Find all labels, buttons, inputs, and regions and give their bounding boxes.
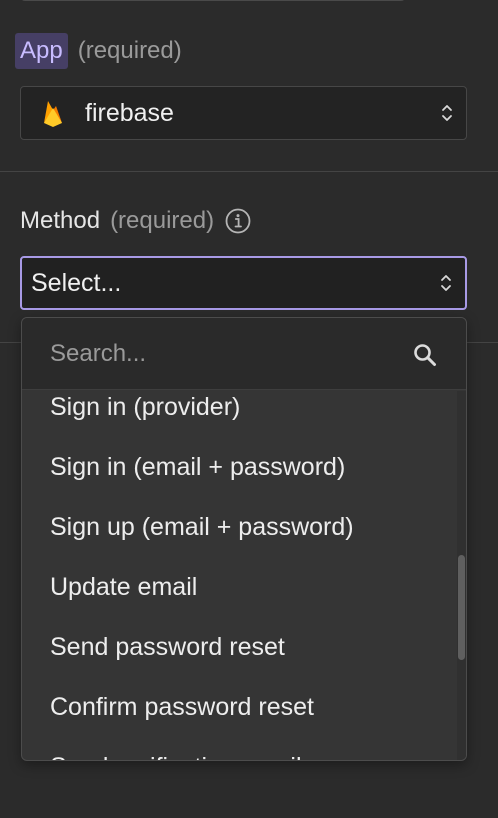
dropdown-search-input[interactable] — [50, 339, 390, 368]
section-divider — [0, 171, 498, 172]
option-sign-in-email-password[interactable]: Sign in (email + password) — [50, 447, 345, 487]
chevron-updown-icon — [442, 105, 452, 121]
info-circle-icon[interactable] — [224, 207, 252, 235]
app-field-label: App — [15, 33, 68, 69]
search-icon[interactable] — [412, 342, 438, 368]
app-select[interactable]: firebase — [20, 86, 467, 140]
method-required-hint: (required) — [110, 207, 215, 234]
dropdown-scrollbar-thumb[interactable] — [458, 555, 465, 660]
method-select-placeholder: Select... — [31, 268, 122, 297]
option-send-verification-email[interactable]: Send verification email — [50, 747, 302, 760]
option-confirm-password-reset[interactable]: Confirm password reset — [50, 687, 314, 727]
previous-field-input[interactable] — [20, 0, 406, 1]
chevron-updown-icon — [441, 275, 451, 291]
app-required-hint: (required) — [77, 37, 182, 64]
option-sign-in-provider[interactable]: Sign in (provider) — [50, 391, 240, 427]
method-dropdown-menu: Sign in (provider) Sign in (email + pass… — [21, 317, 467, 761]
app-select-value: firebase — [85, 98, 174, 127]
method-field-label-row: Method (required) — [15, 201, 252, 241]
option-update-email[interactable]: Update email — [50, 567, 197, 607]
option-send-password-reset[interactable]: Send password reset — [50, 627, 285, 667]
app-field-label-row: App (required) — [15, 31, 182, 71]
method-select[interactable]: Select... — [20, 256, 467, 310]
method-field-label: Method — [20, 207, 101, 234]
firebase-flame-icon — [44, 101, 62, 127]
option-sign-up-email-password[interactable]: Sign up (email + password) — [50, 507, 354, 547]
dropdown-option-list[interactable]: Sign in (provider) Sign in (email + pass… — [22, 391, 458, 760]
dropdown-search-bar — [22, 318, 466, 390]
